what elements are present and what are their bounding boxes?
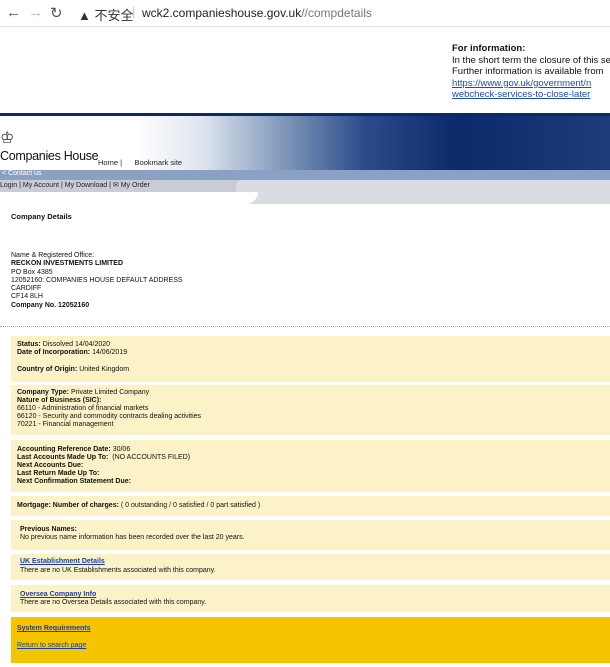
incorporation-label: Date of Incorporation: <box>17 349 91 356</box>
bookmark-link[interactable]: Bookmark site <box>135 158 183 167</box>
accounts-panel: Accounting Reference Date: 30/06 Last Ac… <box>11 440 610 492</box>
info-link-1[interactable]: https://www.gov.uk/government/n <box>452 78 610 90</box>
origin-row: Country of Origin: United Kingdom <box>17 366 129 374</box>
name-label: Name & Registered Office: <box>11 252 95 259</box>
uk-establishment-link[interactable]: UK Establishment Details <box>20 558 105 565</box>
address-line-1: PO Box 4385 <box>11 268 53 276</box>
charges-value: ( 0 outstanding / 0 satisfied / 0 part s… <box>120 502 261 509</box>
company-type-panel: Company Type: Private Limited Company Na… <box>11 385 610 435</box>
charges-label: Number of charges: <box>52 502 119 509</box>
mortgage-row: Mortgage: Number of charges: ( 0 outstan… <box>17 502 260 510</box>
next-accounts-label: Next Accounts Due: <box>17 462 84 469</box>
url-input[interactable]: wck2.companieshouse.gov.uk//compdetails <box>142 6 372 20</box>
contact-bar: < Contact us <box>0 170 610 180</box>
address-line-4: CF14 8LH <box>11 293 43 301</box>
login-link[interactable]: Login <box>0 182 17 189</box>
info-line1: In the short term the closure of this se <box>452 54 610 66</box>
oversea-company-link[interactable]: Oversea Company Info <box>20 591 96 598</box>
site-title[interactable]: Companies House <box>0 149 99 163</box>
registered-office: Name & Registered Office: RECKON INVESTM… <box>11 252 183 310</box>
ard-label: Accounting Reference Date: <box>17 446 111 453</box>
divider <box>0 326 610 327</box>
address-line-2: 12052160: COMPANIES HOUSE DEFAULT ADDRES… <box>11 276 183 284</box>
status-label: Status: <box>17 341 41 348</box>
address-line-3: CARDIFF <box>11 285 42 293</box>
status-panel: Status: Dissolved 14/04/2020 Date of Inc… <box>11 336 610 382</box>
home-link[interactable]: Home | <box>98 158 122 167</box>
company-name: RECKON INVESTMENTS LIMITED <box>11 260 124 268</box>
reload-icon[interactable]: ↻ <box>50 4 63 22</box>
oversea-text: There are no Oversea Details associated … <box>20 599 207 606</box>
incorporation-value: 14/06/2019 <box>92 349 128 356</box>
origin-value: United Kingdom <box>79 366 130 373</box>
previous-names-text: No previous name information has been re… <box>20 534 245 541</box>
type-value: Private Limited Company <box>70 389 150 396</box>
royal-crest-icon: ♔ <box>0 130 15 147</box>
company-number: Company No. 12052160 <box>11 301 90 309</box>
my-account-link[interactable]: My Account <box>23 182 59 189</box>
return-to-search-link[interactable]: Return to search page <box>17 642 86 649</box>
ard-value: 30/06 <box>112 446 131 453</box>
uk-establishment-text: There are no UK Establishments associate… <box>20 567 216 574</box>
system-requirements-link[interactable]: System Requirements <box>17 625 91 632</box>
menu-tab-shape <box>236 180 610 192</box>
info-link-2[interactable]: webcheck-services-to-close-later <box>452 89 610 101</box>
last-accounts-value: (NO ACCOUNTS FILED) <box>112 454 191 461</box>
url-domain: wck2.companieshouse.gov.uk <box>142 6 302 20</box>
back-icon[interactable]: ← <box>6 4 21 21</box>
info-heading: For information: <box>452 43 526 54</box>
info-line2: Further information is available from <box>452 66 604 77</box>
mortgage-panel: Mortgage: Number of charges: ( 0 outstan… <box>11 496 610 516</box>
sic-label-text: Nature of Business (SIC): <box>17 397 102 404</box>
user-menu: Login | My Account | My Download | ✉ My … <box>0 182 150 189</box>
user-menu-bar: Login | My Account | My Download | ✉ My … <box>0 180 610 192</box>
info-notice: For information: In the short term the c… <box>452 43 610 101</box>
contact-link[interactable]: < Contact us <box>2 170 42 177</box>
sic-item: 70221 - Financial management <box>17 421 114 428</box>
url-separator: | <box>132 4 136 19</box>
my-order-link[interactable]: ✉ My Order <box>113 182 150 189</box>
previous-names-heading: Previous Names: <box>20 526 77 533</box>
type-label: Company Type: <box>17 389 69 396</box>
header-stripe <box>0 192 610 204</box>
next-confirmation-row: Next Confirmation Statement Due: <box>17 478 131 486</box>
mortgage-label: Mortgage: <box>17 502 51 509</box>
site-header: ♔ Companies House Home | Bookmark site <box>0 113 610 173</box>
forward-icon[interactable]: → <box>28 4 43 21</box>
status-value: Dissolved 14/04/2020 <box>42 341 111 348</box>
url-path: //compdetails <box>301 6 372 20</box>
next-confirmation-label: Next Confirmation Statement Due: <box>17 478 131 485</box>
oversea-panel: Oversea Company Info There are no Overse… <box>11 585 610 612</box>
security-warning[interactable]: ▲ 不安全 <box>78 5 133 24</box>
footer-bar: System Requirements Return to search pag… <box>11 617 610 663</box>
uk-establishment-panel: UK Establishment Details There are no UK… <box>11 554 610 580</box>
header-links: Home | Bookmark site <box>98 158 182 167</box>
incorporation-row: Date of Incorporation: 14/06/2019 <box>17 349 127 357</box>
stripe-curve <box>218 192 258 204</box>
my-download-link[interactable]: My Download <box>65 182 107 189</box>
page-title: Company Details <box>11 212 72 221</box>
previous-names-panel: Previous Names: No previous name informa… <box>11 520 610 550</box>
origin-label: Country of Origin: <box>17 366 78 373</box>
last-return-label: Last Return Made Up To: <box>17 470 100 477</box>
uk-establishment-link-row: UK Establishment Details <box>20 558 105 566</box>
last-accounts-label: Last Accounts Made Up To: <box>17 454 109 461</box>
browser-address-bar: ← → ↻ ▲ 不安全 | wck2.companieshouse.gov.uk… <box>0 0 610 27</box>
